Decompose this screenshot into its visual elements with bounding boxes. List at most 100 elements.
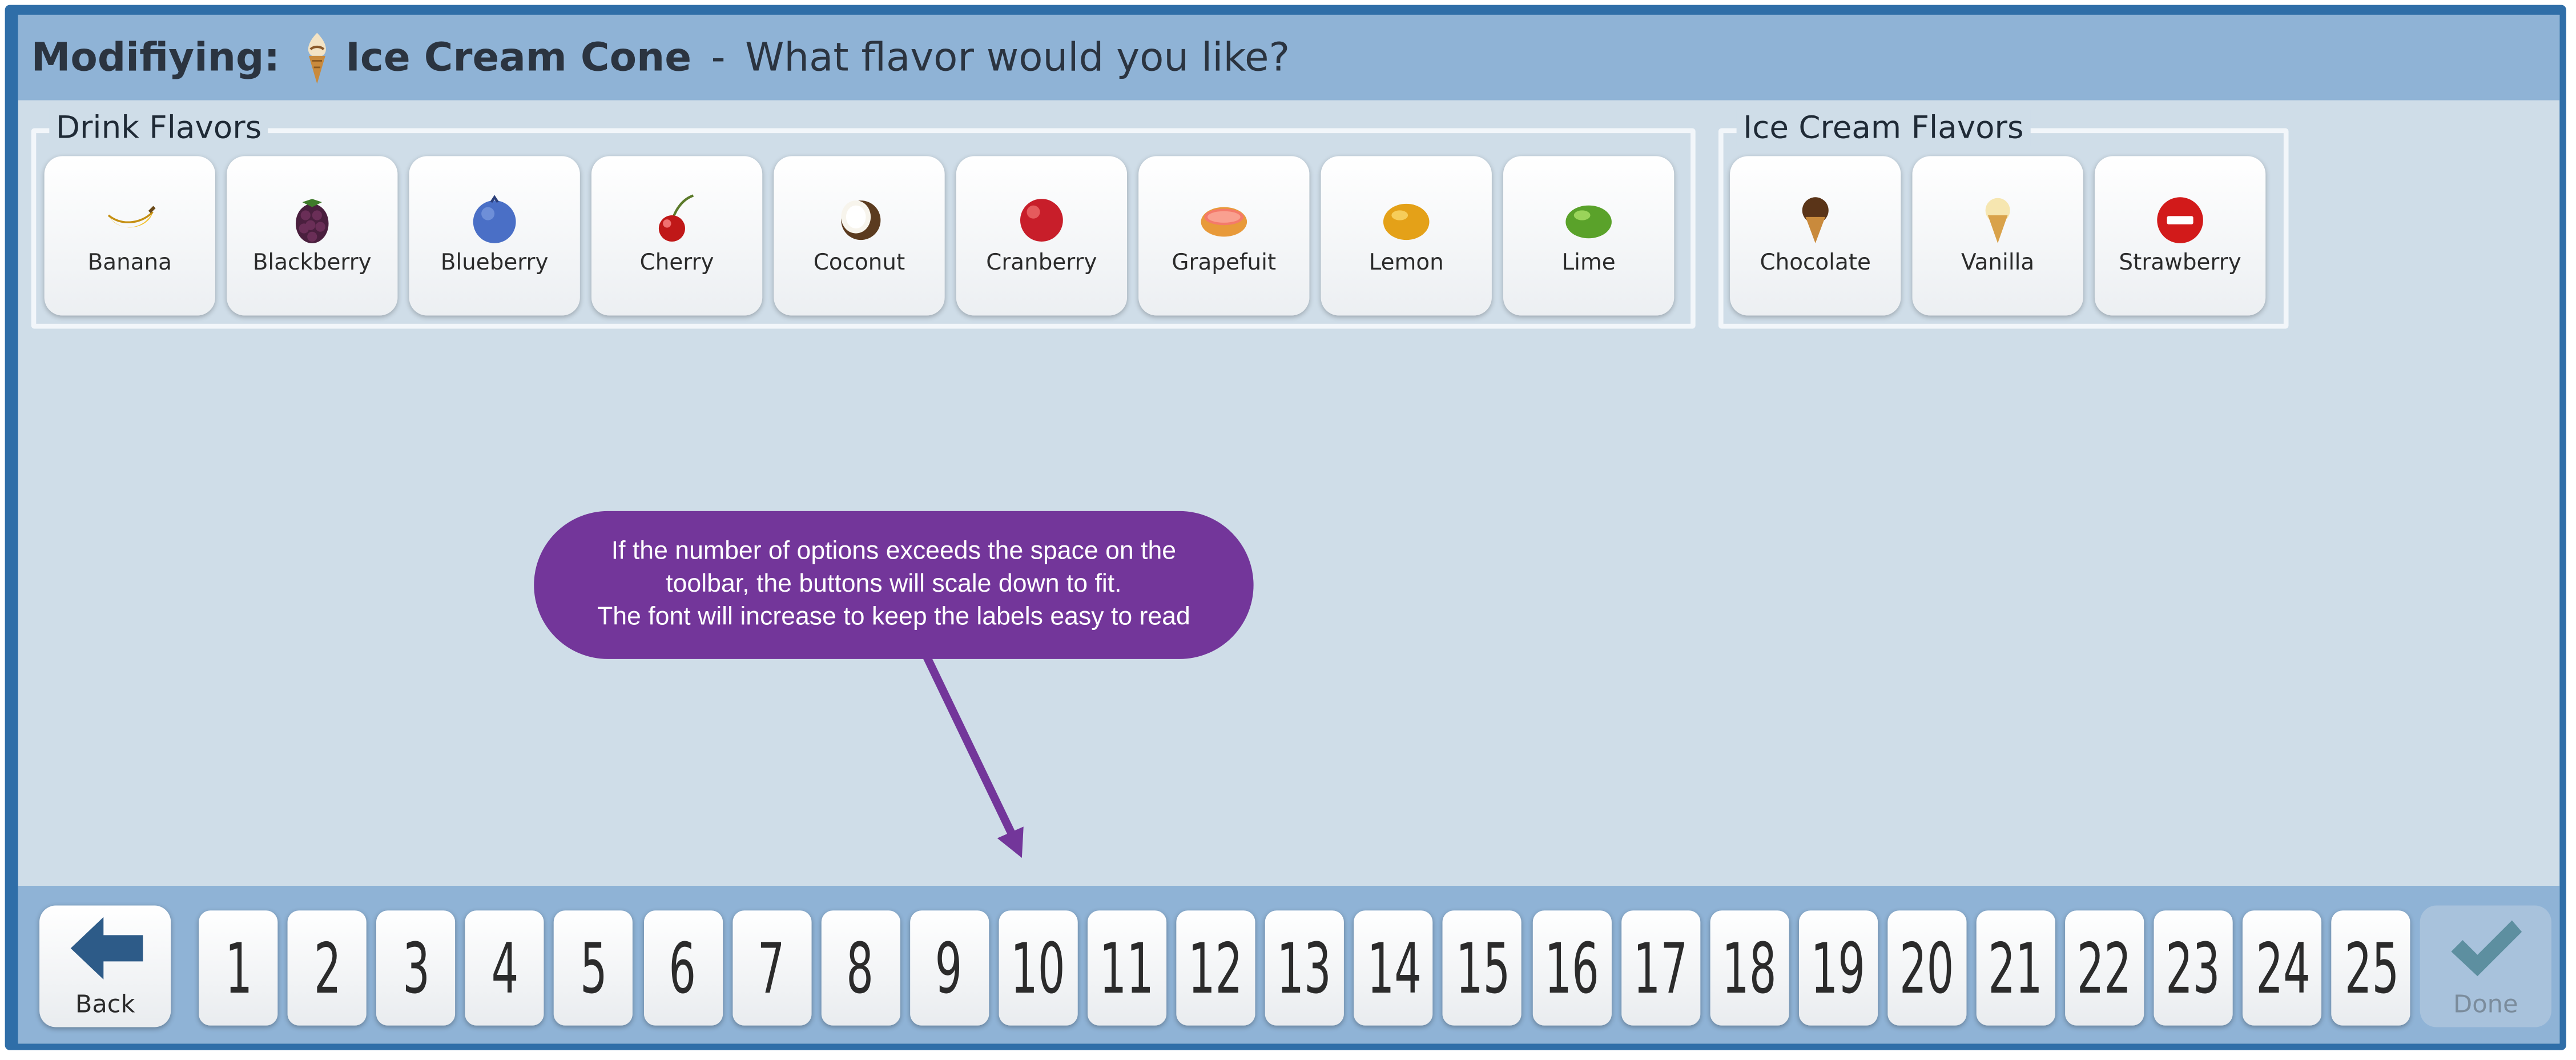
flavor-button-strawberry[interactable]: Strawberry: [2094, 156, 2266, 316]
title-item: Ice Cream Cone: [345, 34, 692, 81]
bottom-toolbar: Back 1 2 3 4 5 6 7 8 9 10 11 12 13 14 15 16 17 18 19 20 21 22…: [18, 886, 2560, 1044]
quantity-label: 17: [1633, 927, 1688, 1009]
callout-line: The font will increase to keep the label…: [597, 603, 1190, 631]
quantity-label: 15: [1455, 927, 1510, 1009]
quantity-label: 5: [580, 927, 607, 1009]
title-prefix: Modifiying:: [31, 34, 280, 81]
quantity-button-19[interactable]: 19: [1798, 910, 1878, 1026]
flavor-button-grapefruit[interactable]: Grapefuit: [1138, 156, 1310, 316]
checkmark-icon: [2451, 920, 2522, 977]
quantity-label: 18: [1722, 927, 1777, 1009]
quantity-label: 6: [669, 927, 697, 1009]
ice-cream-cone-icon: [300, 30, 336, 86]
quantity-button-6[interactable]: 6: [643, 910, 722, 1026]
flavor-button-cranberry[interactable]: Cranberry: [956, 156, 1128, 316]
quantity-label: 10: [1011, 927, 1066, 1009]
quantity-button-8[interactable]: 8: [820, 910, 900, 1026]
quantity-button-1[interactable]: 1: [199, 910, 278, 1026]
quantity-label: 2: [313, 927, 341, 1009]
flavor-label: Coconut: [813, 250, 905, 276]
flavor-button-blueberry[interactable]: Blueberry: [409, 156, 580, 316]
quantity-button-9[interactable]: 9: [909, 910, 989, 1026]
banana-icon: [107, 206, 156, 228]
flavor-label: Vanilla: [1961, 250, 2035, 276]
quantity-label: 19: [1810, 927, 1866, 1009]
blueberry-icon: [473, 195, 516, 243]
flavor-label: Grapefuit: [1172, 250, 1277, 276]
blackberry-icon: [295, 199, 329, 243]
back-button[interactable]: Back: [39, 905, 171, 1027]
flavor-label: Blackberry: [252, 250, 372, 276]
quantity-label: 25: [2344, 927, 2399, 1009]
flavor-button-vanilla[interactable]: Vanilla: [1912, 156, 2083, 316]
flavor-label: Strawberry: [2119, 250, 2241, 276]
group-legend: Ice Cream Flavors: [1736, 110, 2030, 147]
quantity-button-3[interactable]: 3: [376, 910, 456, 1026]
done-label: Done: [2453, 989, 2518, 1019]
quantity-label: 23: [2166, 927, 2221, 1009]
quantity-button-12[interactable]: 12: [1176, 910, 1255, 1026]
back-arrow-icon: [70, 917, 143, 980]
app-content: Modifiying: Ice Cream Cone - What flavor…: [18, 14, 2560, 1044]
title-bar: Modifiying: Ice Cream Cone - What flavor…: [18, 14, 2560, 101]
flavor-button-lemon[interactable]: Lemon: [1321, 156, 1492, 316]
vanilla-cone-icon: [1985, 198, 2010, 243]
ice-cream-flavors-group: Ice Cream Flavors Chocolate Vanilla Stra…: [1718, 110, 2289, 329]
quantity-label: 11: [1100, 927, 1154, 1009]
flavor-button-coconut[interactable]: Coconut: [774, 156, 945, 316]
callout-line: toolbar, the buttons will scale down to …: [666, 570, 1122, 599]
flavor-button-chocolate[interactable]: Chocolate: [1730, 156, 1901, 316]
quantity-label: 9: [935, 927, 963, 1009]
quantity-button-2[interactable]: 2: [287, 910, 367, 1026]
quantity-button-21[interactable]: 21: [1976, 910, 2055, 1026]
quantity-button-18[interactable]: 18: [1709, 910, 1789, 1026]
callout-line: If the number of options exceeds the spa…: [611, 537, 1177, 565]
flavor-label: Lime: [1561, 250, 1616, 276]
chocolate-cone-icon: [1802, 197, 1829, 243]
flavor-label: Banana: [87, 250, 172, 276]
quantity-button-22[interactable]: 22: [2065, 910, 2144, 1026]
quantity-label: 22: [2077, 927, 2132, 1009]
quantity-label: 13: [1277, 927, 1333, 1009]
quantity-button-11[interactable]: 11: [1087, 910, 1167, 1026]
quantity-button-7[interactable]: 7: [732, 910, 811, 1026]
app-window: Modifiying: Ice Cream Cone - What flavor…: [5, 5, 2566, 1050]
quantity-button-23[interactable]: 23: [2154, 910, 2233, 1026]
group-legend: Drink Flavors: [49, 110, 268, 147]
quantity-button-17[interactable]: 17: [1621, 910, 1700, 1026]
coconut-icon: [841, 200, 881, 240]
flavor-button-cherry[interactable]: Cherry: [591, 156, 763, 316]
quantity-button-4[interactable]: 4: [465, 910, 545, 1026]
quantity-label: 4: [491, 927, 519, 1009]
quantity-button-15[interactable]: 15: [1443, 910, 1522, 1026]
quantity-button-20[interactable]: 20: [1887, 910, 1967, 1026]
flavor-button-blackberry[interactable]: Blackberry: [227, 156, 398, 316]
title-separator: -: [711, 34, 726, 81]
flavor-label: Lemon: [1368, 250, 1444, 276]
quantity-button-13[interactable]: 13: [1265, 910, 1345, 1026]
flavor-label: Blueberry: [440, 250, 549, 276]
lemon-icon: [1383, 203, 1430, 240]
flavor-button-lime[interactable]: Lime: [1503, 156, 1675, 316]
back-label: Back: [75, 989, 135, 1019]
flavor-button-banana[interactable]: Banana: [44, 156, 215, 316]
quantity-button-25[interactable]: 25: [2332, 910, 2411, 1026]
quantity-button-10[interactable]: 10: [999, 910, 1078, 1026]
quantity-label: 12: [1189, 927, 1243, 1009]
title-question: What flavor would you like?: [745, 34, 1290, 81]
quantity-label: 8: [847, 927, 874, 1009]
quantity-button-14[interactable]: 14: [1354, 910, 1434, 1026]
quantity-label: 3: [402, 927, 430, 1009]
flavor-label: Cranberry: [986, 250, 1097, 276]
done-button[interactable]: Done: [2420, 905, 2551, 1027]
quantity-label: 20: [1899, 927, 1954, 1009]
flavor-label: Chocolate: [1760, 250, 1871, 276]
lime-icon: [1565, 205, 1612, 239]
quantity-label: 14: [1366, 927, 1421, 1009]
quantity-button-24[interactable]: 24: [2243, 910, 2322, 1026]
quantity-button-16[interactable]: 16: [1532, 910, 1611, 1026]
quantity-label: 16: [1544, 927, 1599, 1009]
quantity-button-5[interactable]: 5: [554, 910, 633, 1026]
grapefruit-icon: [1201, 207, 1247, 237]
drink-flavors-group: Drink Flavors Banana Blackberry Blueberr…: [31, 110, 1696, 329]
